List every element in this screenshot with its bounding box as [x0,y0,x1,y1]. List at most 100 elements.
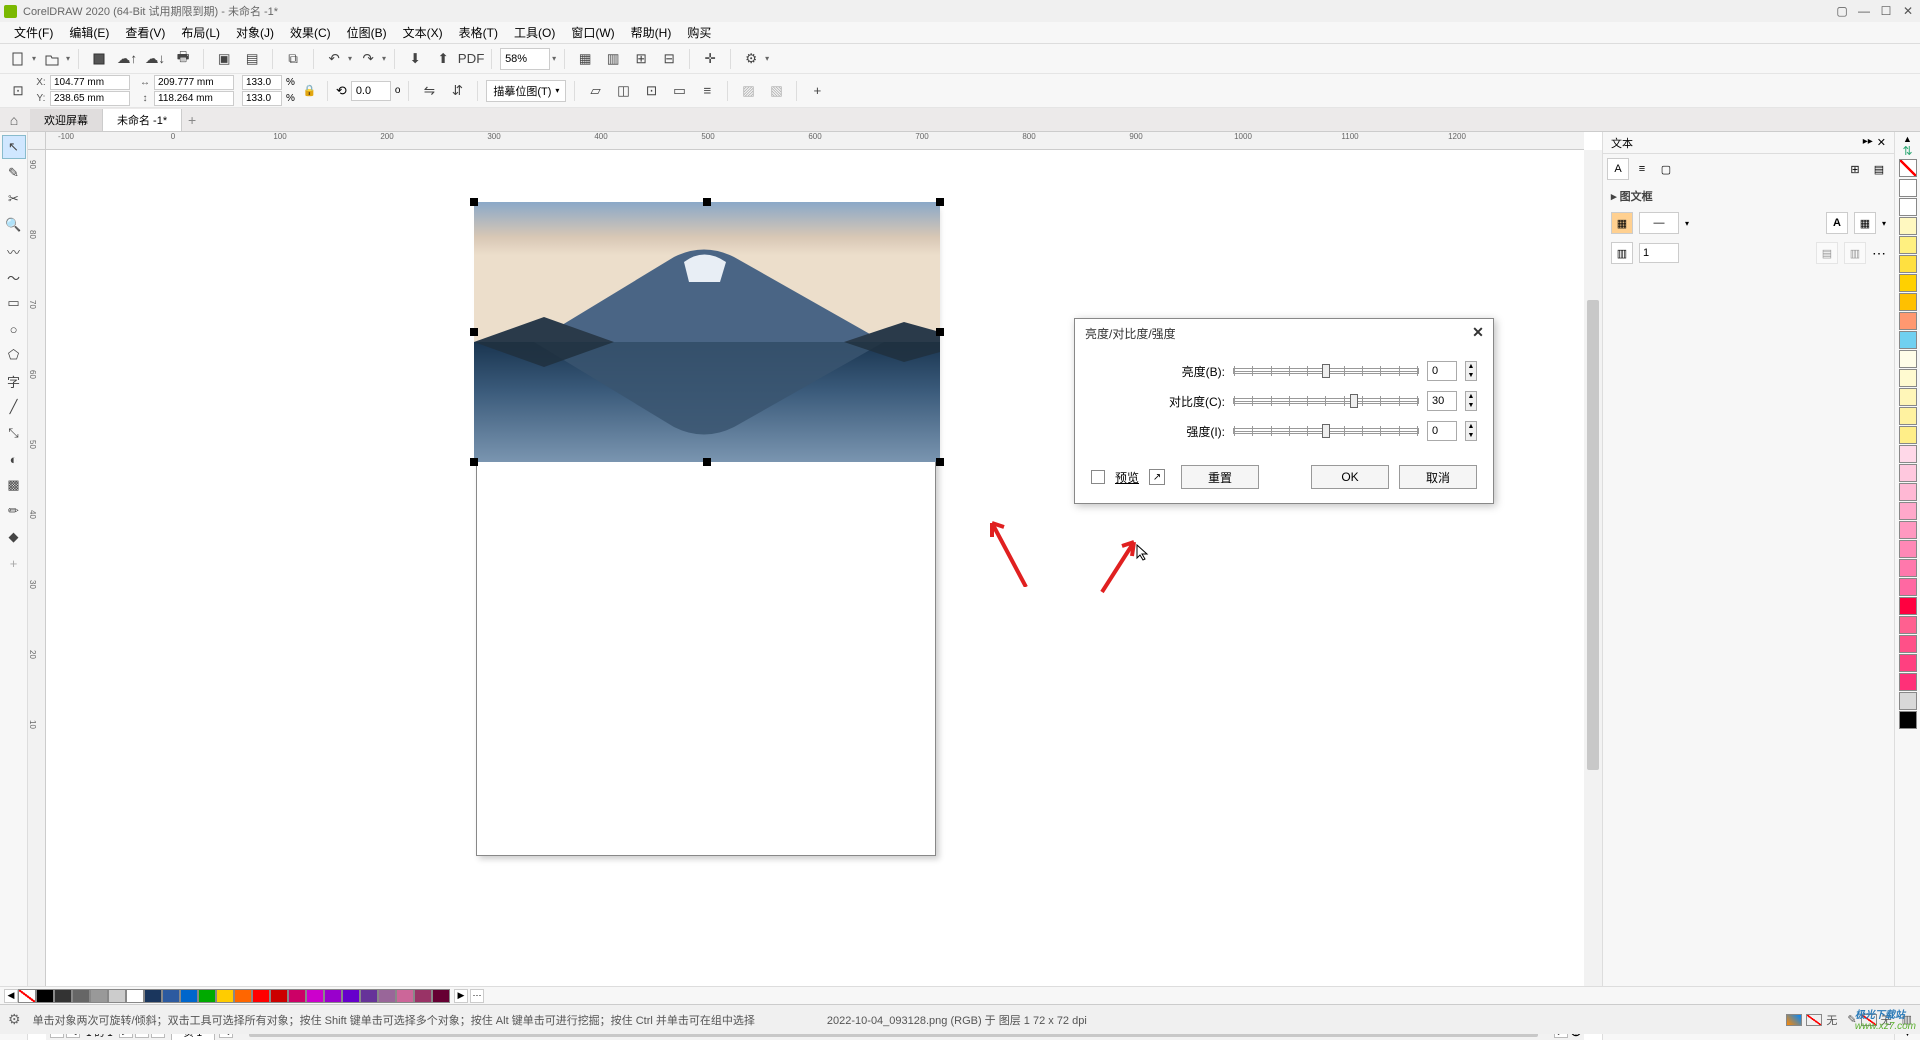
horizontal-ruler[interactable]: -100010020030040050060070080090010001100… [46,132,1584,150]
bswatch[interactable] [216,989,234,1003]
swatch[interactable] [1899,578,1917,596]
swatch[interactable] [1899,483,1917,501]
menu-tools[interactable]: 工具(O) [508,24,561,41]
show-guides-button[interactable]: ⊟ [657,47,681,71]
new-dropdown[interactable]: ▾ [32,54,36,63]
swatch[interactable] [1899,502,1917,520]
zoom-input[interactable] [500,48,550,70]
artistic-media-tool[interactable]: 〜 [2,265,26,289]
object-origin-button[interactable]: ⊡ [6,79,30,103]
canvas[interactable]: -100010020030040050060070080090010001100… [28,132,1602,1040]
bswatch[interactable] [378,989,396,1003]
swatch[interactable] [1899,540,1917,558]
bswatch[interactable] [144,989,162,1003]
swatch[interactable] [1899,521,1917,539]
bswatch[interactable] [126,989,144,1003]
scale-y-input[interactable] [242,91,282,106]
docker-collapse-icon[interactable]: ▸▸ [1863,136,1873,149]
swatch[interactable] [1899,331,1917,349]
crop-bitmap-button[interactable]: ⊡ [639,79,663,103]
handle-tl[interactable] [470,198,478,206]
bswatch[interactable] [234,989,252,1003]
contrast-down[interactable]: ▼ [1466,401,1476,410]
bswatch[interactable] [252,989,270,1003]
connector-tool[interactable]: ⤡ [2,421,26,445]
scale-x-input[interactable] [242,75,282,90]
copy-button[interactable]: ⧉ [281,47,305,71]
cancel-button[interactable]: 取消 [1399,465,1477,489]
bswatch[interactable] [270,989,288,1003]
menu-bitmap[interactable]: 位图(B) [341,24,393,41]
column-opt2-icon[interactable]: ▥ [1844,242,1866,264]
save-button[interactable] [87,47,111,71]
reset-button[interactable]: 重置 [1181,465,1259,489]
text-tool[interactable]: 字 [2,369,26,393]
swatch[interactable] [1899,426,1917,444]
mirror-v-button[interactable]: ⇵ [445,79,469,103]
paragraph-tab[interactable]: ≡ [1631,158,1653,180]
swatch[interactable] [1899,445,1917,463]
brightness-slider[interactable] [1233,368,1419,374]
bswatch[interactable] [90,989,108,1003]
handle-ml[interactable] [470,328,478,336]
home-icon[interactable]: ⌂ [4,110,24,130]
palette-up-icon[interactable]: ▲ [1903,134,1912,144]
contrast-up[interactable]: ▲ [1466,392,1476,401]
swatch[interactable] [1899,692,1917,710]
resample-button[interactable]: ◫ [611,79,635,103]
menu-purchase[interactable]: 购买 [681,24,717,41]
swatch[interactable] [1899,673,1917,691]
shape-tool[interactable]: ✎ [2,161,26,185]
swatch[interactable] [1899,350,1917,368]
height-input[interactable] [154,91,234,106]
bswatch[interactable] [360,989,378,1003]
contrast-slider[interactable] [1233,398,1419,404]
swatch[interactable] [1899,312,1917,330]
tab-document[interactable]: 未命名 -1* [103,109,182,131]
ellipse-tool[interactable]: ○ [2,317,26,341]
wrap-dropdown-icon[interactable]: ▾ [1882,219,1886,228]
bswatch[interactable] [36,989,54,1003]
snap-button[interactable]: ✛ [698,47,722,71]
undo-button[interactable]: ↶ [322,47,346,71]
column-opt1-icon[interactable]: ▤ [1816,242,1838,264]
bswatch-none[interactable] [18,989,36,1003]
fullscreen-button[interactable]: ▦ [573,47,597,71]
transparency-tool[interactable]: ▩ [2,473,26,497]
freehand-tool[interactable]: 〰 [2,239,26,263]
swatch[interactable] [1899,369,1917,387]
handle-bm[interactable] [703,458,711,466]
menu-view[interactable]: 查看(V) [119,24,171,41]
swatch[interactable] [1899,407,1917,425]
fill-indicator[interactable]: 无 [1786,1012,1837,1028]
swatch[interactable] [1899,217,1917,235]
handle-mr[interactable] [936,328,944,336]
ruler-origin[interactable] [28,132,46,150]
bswatch[interactable] [432,989,450,1003]
rectangle-tool[interactable]: ▭ [2,291,26,315]
frame-link-icon[interactable]: — [1639,212,1679,234]
handle-tm[interactable] [703,198,711,206]
frame-tab[interactable]: ▢ [1655,158,1677,180]
redo-dropdown[interactable]: ▾ [382,54,386,63]
bswatch[interactable] [54,989,72,1003]
menu-help[interactable]: 帮助(H) [625,24,678,41]
swatch[interactable] [1899,388,1917,406]
show-rulers-button[interactable]: ▥ [601,47,625,71]
open-button[interactable] [40,47,64,71]
menu-window[interactable]: 窗口(W) [565,24,620,41]
swatch[interactable] [1899,274,1917,292]
vertical-scrollbar-thumb[interactable] [1587,300,1599,770]
menu-file[interactable]: 文件(F) [8,24,59,41]
options-dropdown[interactable]: ▾ [765,54,769,63]
intensity-value-input[interactable] [1427,421,1457,441]
pick-tool[interactable]: ↖ [2,135,26,159]
align-bitmap-button[interactable]: ≡ [695,79,719,103]
redo-button[interactable]: ↷ [356,47,380,71]
parallel-dimension-tool[interactable]: ╱ [2,395,26,419]
print-button[interactable]: 🖶 [171,47,195,71]
bswatch[interactable] [288,989,306,1003]
align-node-button[interactable]: ▣ [212,47,236,71]
menu-effects[interactable]: 效果(C) [284,24,337,41]
selected-bitmap[interactable] [474,202,940,462]
